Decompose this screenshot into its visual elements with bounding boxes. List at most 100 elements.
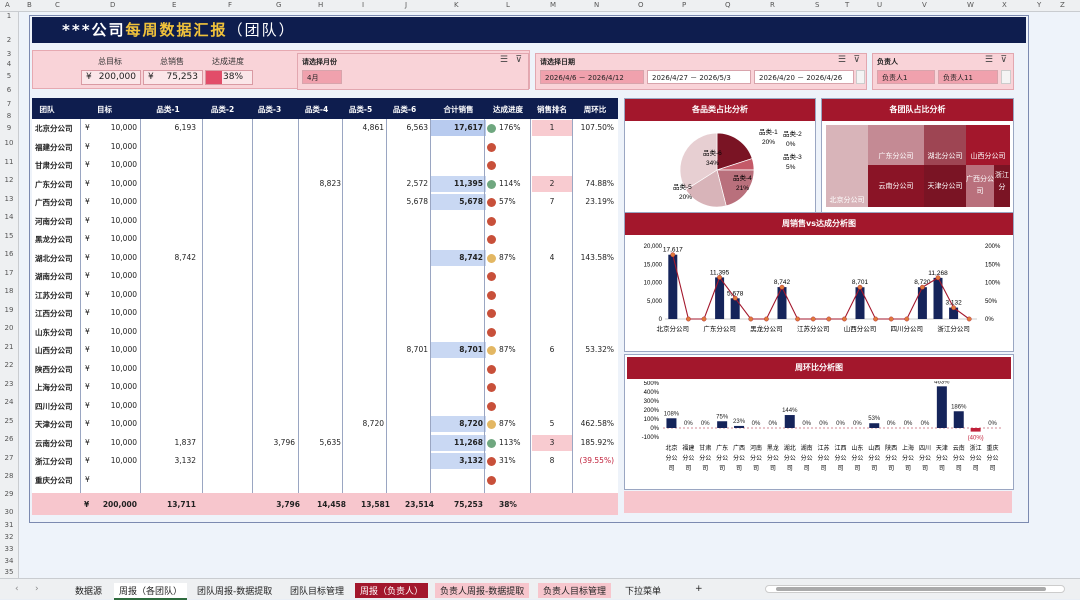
sheet-tab[interactable]: 负责人周报-数据提取 — [435, 583, 530, 598]
slicer-scrollbar[interactable] — [1001, 70, 1011, 84]
row-number[interactable]: 31 — [0, 521, 18, 529]
clear-filter-icon[interactable]: ⊽ — [1000, 55, 1007, 65]
row-number[interactable]: 3 — [0, 50, 18, 58]
column-letter[interactable]: M — [550, 1, 556, 9]
wow-chart-panel[interactable]: 周环比分析图 500% 400% 300% 200% 100% 0% -100% 108% 北京… — [624, 354, 1014, 490]
row-number[interactable]: 14 — [0, 213, 18, 221]
row-number[interactable]: 2 — [0, 36, 18, 44]
tab-prev-arrow-icon[interactable]: ‹ — [10, 583, 24, 595]
month-option[interactable]: 4月 — [302, 70, 342, 84]
column-letter[interactable]: R — [770, 1, 775, 9]
row-number[interactable]: 1 — [0, 12, 18, 20]
column-letter[interactable]: K — [454, 1, 459, 9]
column-letter[interactable]: E — [172, 1, 176, 9]
sheet-tab-active[interactable]: 周报（各团队） — [114, 583, 188, 600]
row-number[interactable]: 22 — [0, 361, 18, 369]
sheet-tab[interactable]: 负责人目标管理 — [538, 583, 612, 598]
sheet-tab[interactable]: 周报（负责人） — [355, 583, 429, 598]
row-number[interactable]: 34 — [0, 557, 18, 565]
row-number[interactable]: 6 — [0, 86, 18, 94]
tab-next-arrow-icon[interactable]: › — [30, 583, 44, 595]
row-number[interactable]: 24 — [0, 398, 18, 406]
column-letter[interactable]: C — [55, 1, 60, 9]
sheet-tab[interactable]: 数据源 — [70, 583, 107, 598]
column-letter[interactable]: D — [110, 1, 115, 9]
column-letter[interactable]: U — [877, 1, 882, 9]
row-number[interactable]: 18 — [0, 287, 18, 295]
column-letter[interactable]: P — [682, 1, 686, 9]
sales-value-cell[interactable]: ¥ 75,253 — [143, 70, 203, 85]
month-slicer[interactable]: 请选择月份 ☰ ⊽ 4月 — [297, 53, 529, 90]
row-number[interactable]: 20 — [0, 324, 18, 332]
column-letter[interactable]: B — [27, 1, 32, 9]
row-number[interactable]: 16 — [0, 250, 18, 258]
column-letter[interactable]: N — [594, 1, 599, 9]
owner-slicer[interactable]: 负责人 ☰ ⊽ 负责人1 负责人11 — [872, 53, 1014, 90]
column-letter[interactable]: F — [228, 1, 232, 9]
pie-chart-panel[interactable]: 各品类占比分析 品类-1 20% 品类-2 0% 品类-3 5% 品类-4 21% 品类-5 20… — [624, 98, 816, 213]
horizontal-scrollbar[interactable] — [765, 585, 1065, 593]
sheet-tab[interactable]: 下拉菜单 — [620, 583, 666, 598]
owner-option[interactable]: 负责人11 — [938, 70, 998, 84]
clear-filter-icon[interactable]: ⊽ — [853, 55, 860, 65]
row-number[interactable]: 32 — [0, 533, 18, 541]
column-letter[interactable]: O — [638, 1, 644, 9]
row-number[interactable]: 23 — [0, 380, 18, 388]
row-number[interactable]: 15 — [0, 232, 18, 240]
column-letter[interactable]: Z — [1060, 1, 1065, 9]
row-number[interactable]: 17 — [0, 269, 18, 277]
row-number[interactable]: 28 — [0, 472, 18, 480]
row-number[interactable]: 35 — [0, 568, 18, 576]
target-value-cell[interactable]: ¥ 200,000 — [81, 70, 141, 85]
row-number[interactable]: 33 — [0, 545, 18, 553]
multi-select-icon[interactable]: ☰ — [500, 55, 508, 65]
row-number[interactable]: 27 — [0, 454, 18, 462]
column-letter[interactable]: I — [362, 1, 364, 9]
column-letter[interactable]: A — [5, 1, 10, 9]
column-letter[interactable]: G — [276, 1, 281, 9]
row-number[interactable]: 4 — [0, 60, 18, 68]
column-letter[interactable]: Q — [725, 1, 731, 9]
treemap-panel[interactable]: 各团队占比分析 北京分公司 广东分公司 云南分公司 湖北分公司 天津分公司 山西… — [821, 98, 1014, 213]
worksheet[interactable]: ***公司每周数据汇报（团队） 总目标 总销售 达成进度 ¥ 200,000 ¥… — [19, 12, 1080, 578]
column-letter[interactable]: J — [405, 1, 407, 9]
clear-filter-icon[interactable]: ⊽ — [515, 55, 522, 65]
owner-option[interactable]: 负责人1 — [877, 70, 935, 84]
date-slicer[interactable]: 请选择日期 ☰ ⊽ 2026/4/6 － 2026/4/12 2026/4/27… — [535, 53, 867, 90]
multi-select-icon[interactable]: ☰ — [838, 55, 846, 65]
row-number[interactable]: 29 — [0, 490, 18, 498]
row-number[interactable]: 12 — [0, 176, 18, 184]
row-number[interactable]: 8 — [0, 112, 18, 120]
sheet-tab[interactable]: 团队周报-数据提取 — [192, 583, 277, 598]
row-number[interactable]: 25 — [0, 417, 18, 425]
row-number[interactable]: 5 — [0, 72, 18, 80]
slicer-scrollbar[interactable] — [856, 70, 865, 84]
column-letter[interactable]: V — [922, 1, 927, 9]
date-option[interactable]: 2026/4/27 － 2026/5/3 — [647, 70, 751, 84]
combo-chart-panel[interactable]: 周销售vs达成分析图 0 5,000 10,000 15,000 20,000 0% 50%… — [624, 212, 1014, 352]
sheet-tab[interactable]: 团队目标管理 — [285, 583, 349, 598]
column-letter[interactable]: T — [845, 1, 849, 9]
row-number[interactable]: 21 — [0, 343, 18, 351]
row-number[interactable]: 11 — [0, 158, 18, 166]
add-sheet-button[interactable]: + — [690, 583, 708, 595]
row-number[interactable]: 10 — [0, 139, 18, 147]
column-letter[interactable]: L — [506, 1, 510, 9]
column-letter[interactable]: S — [815, 1, 819, 9]
multi-select-icon[interactable]: ☰ — [985, 55, 993, 65]
column-letter[interactable]: Y — [1037, 1, 1041, 9]
row-number[interactable]: 7 — [0, 100, 18, 108]
scrollbar-thumb[interactable] — [776, 587, 1046, 591]
row-number[interactable]: 30 — [0, 508, 18, 516]
row-number[interactable]: 26 — [0, 435, 18, 443]
rate-value-cell[interactable]: 38% — [205, 70, 253, 85]
column-letter[interactable]: W — [967, 1, 974, 9]
date-option[interactable]: 2026/4/6 － 2026/4/12 — [540, 70, 644, 84]
row-number[interactable]: 13 — [0, 195, 18, 203]
column-letter[interactable]: X — [1002, 1, 1007, 9]
row-number[interactable]: 9 — [0, 124, 18, 132]
row-number[interactable]: 19 — [0, 306, 18, 314]
date-option[interactable]: 2026/4/20 － 2026/4/26 — [754, 70, 854, 84]
column-letter[interactable]: H — [318, 1, 323, 9]
x-tick-label: 分公 — [936, 454, 948, 462]
